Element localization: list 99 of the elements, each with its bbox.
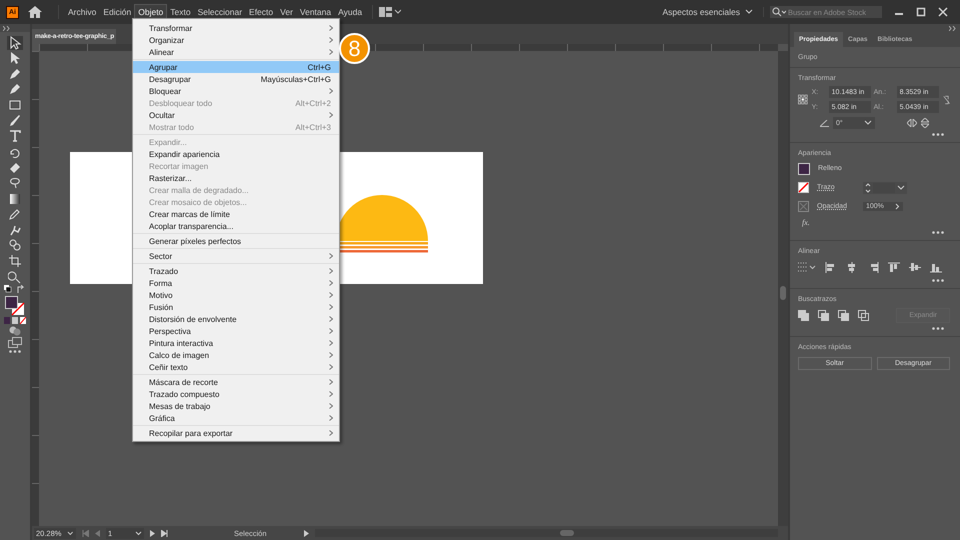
opacity-icon — [798, 201, 809, 212]
vertical-scrollbar[interactable] — [778, 51, 788, 526]
menu-option[interactable]: Mesas de trabajo — [133, 400, 339, 412]
draw-mode-icon[interactable] — [9, 326, 21, 336]
more-options-icon[interactable] — [932, 327, 944, 330]
horizontal-scrollbar[interactable] — [315, 529, 778, 537]
brush-icon[interactable] — [7, 114, 23, 128]
menu-option[interactable]: Organizar — [133, 34, 339, 46]
caret-icon — [67, 530, 74, 536]
menu-option[interactable]: Pintura interactiva — [133, 337, 339, 349]
chevron-icon — [329, 88, 333, 94]
menu-option[interactable]: Expandir apariencia — [133, 148, 339, 160]
menu-option[interactable]: Transformar — [133, 22, 339, 34]
menu-option[interactable]: Calco de imagen — [133, 349, 339, 361]
chevron-icon — [329, 430, 333, 436]
curvature-pen-icon[interactable] — [7, 82, 23, 96]
pathfinder-icon[interactable] — [838, 310, 849, 320]
type-icon[interactable] — [7, 129, 23, 144]
menu-option[interactable]: Agrupar Ctrl+G — [133, 61, 339, 73]
menu-option[interactable]: Distorsión de envolvente — [133, 313, 339, 325]
menu-item[interactable]: Ver — [277, 5, 296, 19]
close-icon[interactable] — [938, 7, 948, 17]
more-options-icon[interactable] — [932, 231, 944, 234]
align-icon[interactable] — [846, 262, 858, 272]
rectangle-icon[interactable] — [7, 98, 23, 112]
caret-icon — [135, 530, 142, 536]
pathfinder-icon[interactable] — [818, 310, 829, 320]
artboard-icon[interactable] — [7, 254, 23, 268]
menu-option[interactable]: Desagrupar Mayúsculas+Ctrl+G — [133, 73, 339, 85]
more-options-icon[interactable] — [932, 133, 944, 136]
menu-option[interactable]: Alinear — [133, 46, 339, 58]
menu-option[interactable]: Acoplar transparencia... — [133, 220, 339, 232]
chevron-icon — [329, 253, 333, 259]
chevron-icon[interactable] — [895, 203, 900, 210]
menu-option[interactable]: Generar píxeles perfectos — [133, 235, 339, 247]
menu-option[interactable]: Motivo — [133, 289, 339, 301]
effects-button[interactable]: fx. — [802, 218, 810, 227]
collapse-icon[interactable] — [3, 26, 11, 30]
flip-vertical-icon[interactable] — [921, 118, 929, 128]
caret-icon — [864, 120, 872, 126]
swap-colors-icon[interactable] — [4, 285, 26, 294]
caret-icon[interactable] — [897, 184, 905, 190]
status-menu-icon[interactable] — [304, 530, 309, 536]
align-icon[interactable] — [930, 262, 942, 272]
caret-icon — [745, 9, 753, 15]
menu-item[interactable]: Texto — [167, 5, 194, 19]
fill-stroke-icon[interactable] — [5, 296, 25, 316]
more-icon[interactable] — [9, 350, 21, 354]
menu-option[interactable]: Bloquear — [133, 85, 339, 97]
pen-icon[interactable] — [7, 66, 23, 81]
angle-icon — [820, 120, 829, 126]
unlinked-chain-icon[interactable] — [942, 94, 950, 106]
collapse-icon[interactable] — [949, 26, 957, 30]
menu-option[interactable]: Gráfica — [133, 412, 339, 424]
screen-mode-icon[interactable] — [8, 337, 22, 348]
home-icon[interactable] — [28, 6, 42, 18]
menu-item[interactable]: Objeto — [135, 5, 166, 19]
next-page-icon[interactable] — [150, 530, 155, 536]
menu-option[interactable]: Trazado compuesto — [133, 388, 339, 400]
align-icon[interactable] — [825, 262, 837, 272]
chevron-icon — [329, 112, 333, 118]
menu-option[interactable]: Recopilar para exportar — [133, 427, 339, 439]
workspace-dropdown[interactable]: Aspectos esenciales — [652, 7, 764, 17]
menu-option[interactable]: Rasterizar... — [133, 172, 339, 184]
menu-option[interactable]: Ceñir texto — [133, 361, 339, 373]
menu-option[interactable]: Sector — [133, 250, 339, 262]
zoom-icon[interactable] — [7, 270, 23, 284]
flip-horizontal-icon[interactable] — [907, 119, 917, 127]
no-stroke-swatch-icon[interactable] — [798, 182, 809, 193]
pathfinder-icon[interactable] — [798, 310, 809, 320]
reference-point-icon[interactable] — [798, 93, 808, 106]
layout-icon[interactable] — [379, 7, 402, 17]
fill-swatch[interactable] — [798, 162, 810, 174]
last-page-icon[interactable] — [161, 530, 168, 536]
shape-builder-icon[interactable] — [7, 238, 23, 252]
menu-option[interactable]: Máscara de recorte — [133, 376, 339, 388]
menu-option[interactable]: Fusión — [133, 301, 339, 313]
gradient-icon[interactable] — [7, 192, 23, 206]
search-icon[interactable] — [772, 7, 786, 17]
menu-option[interactable]: Ocultar — [133, 109, 339, 121]
align-icon[interactable] — [888, 262, 900, 272]
color-mode-icon[interactable] — [4, 317, 26, 324]
stepper-arrows-icon[interactable] — [865, 182, 871, 192]
menu-item[interactable]: Seleccionar — [194, 5, 246, 19]
menu-option[interactable]: Forma — [133, 277, 339, 289]
menu-option[interactable]: Perspectiva — [133, 325, 339, 337]
maximize-icon[interactable] — [916, 7, 926, 17]
pathfinder-icon[interactable] — [858, 310, 869, 320]
menu-option[interactable]: Trazado — [133, 265, 339, 277]
menu-item[interactable]: Ayuda — [335, 5, 366, 19]
menu-item[interactable]: Efecto — [246, 5, 276, 19]
more-options-icon[interactable] — [932, 279, 944, 282]
align-to-icon[interactable] — [798, 262, 816, 272]
menu-item[interactable]: Edición — [100, 5, 134, 19]
menu-item[interactable]: Ventana — [296, 5, 334, 19]
stroke-weight-field[interactable] — [863, 182, 907, 194]
menu-option[interactable]: Crear marcas de límite — [133, 208, 339, 220]
align-icon[interactable] — [909, 262, 921, 272]
menu-item[interactable]: Archivo — [65, 5, 100, 19]
